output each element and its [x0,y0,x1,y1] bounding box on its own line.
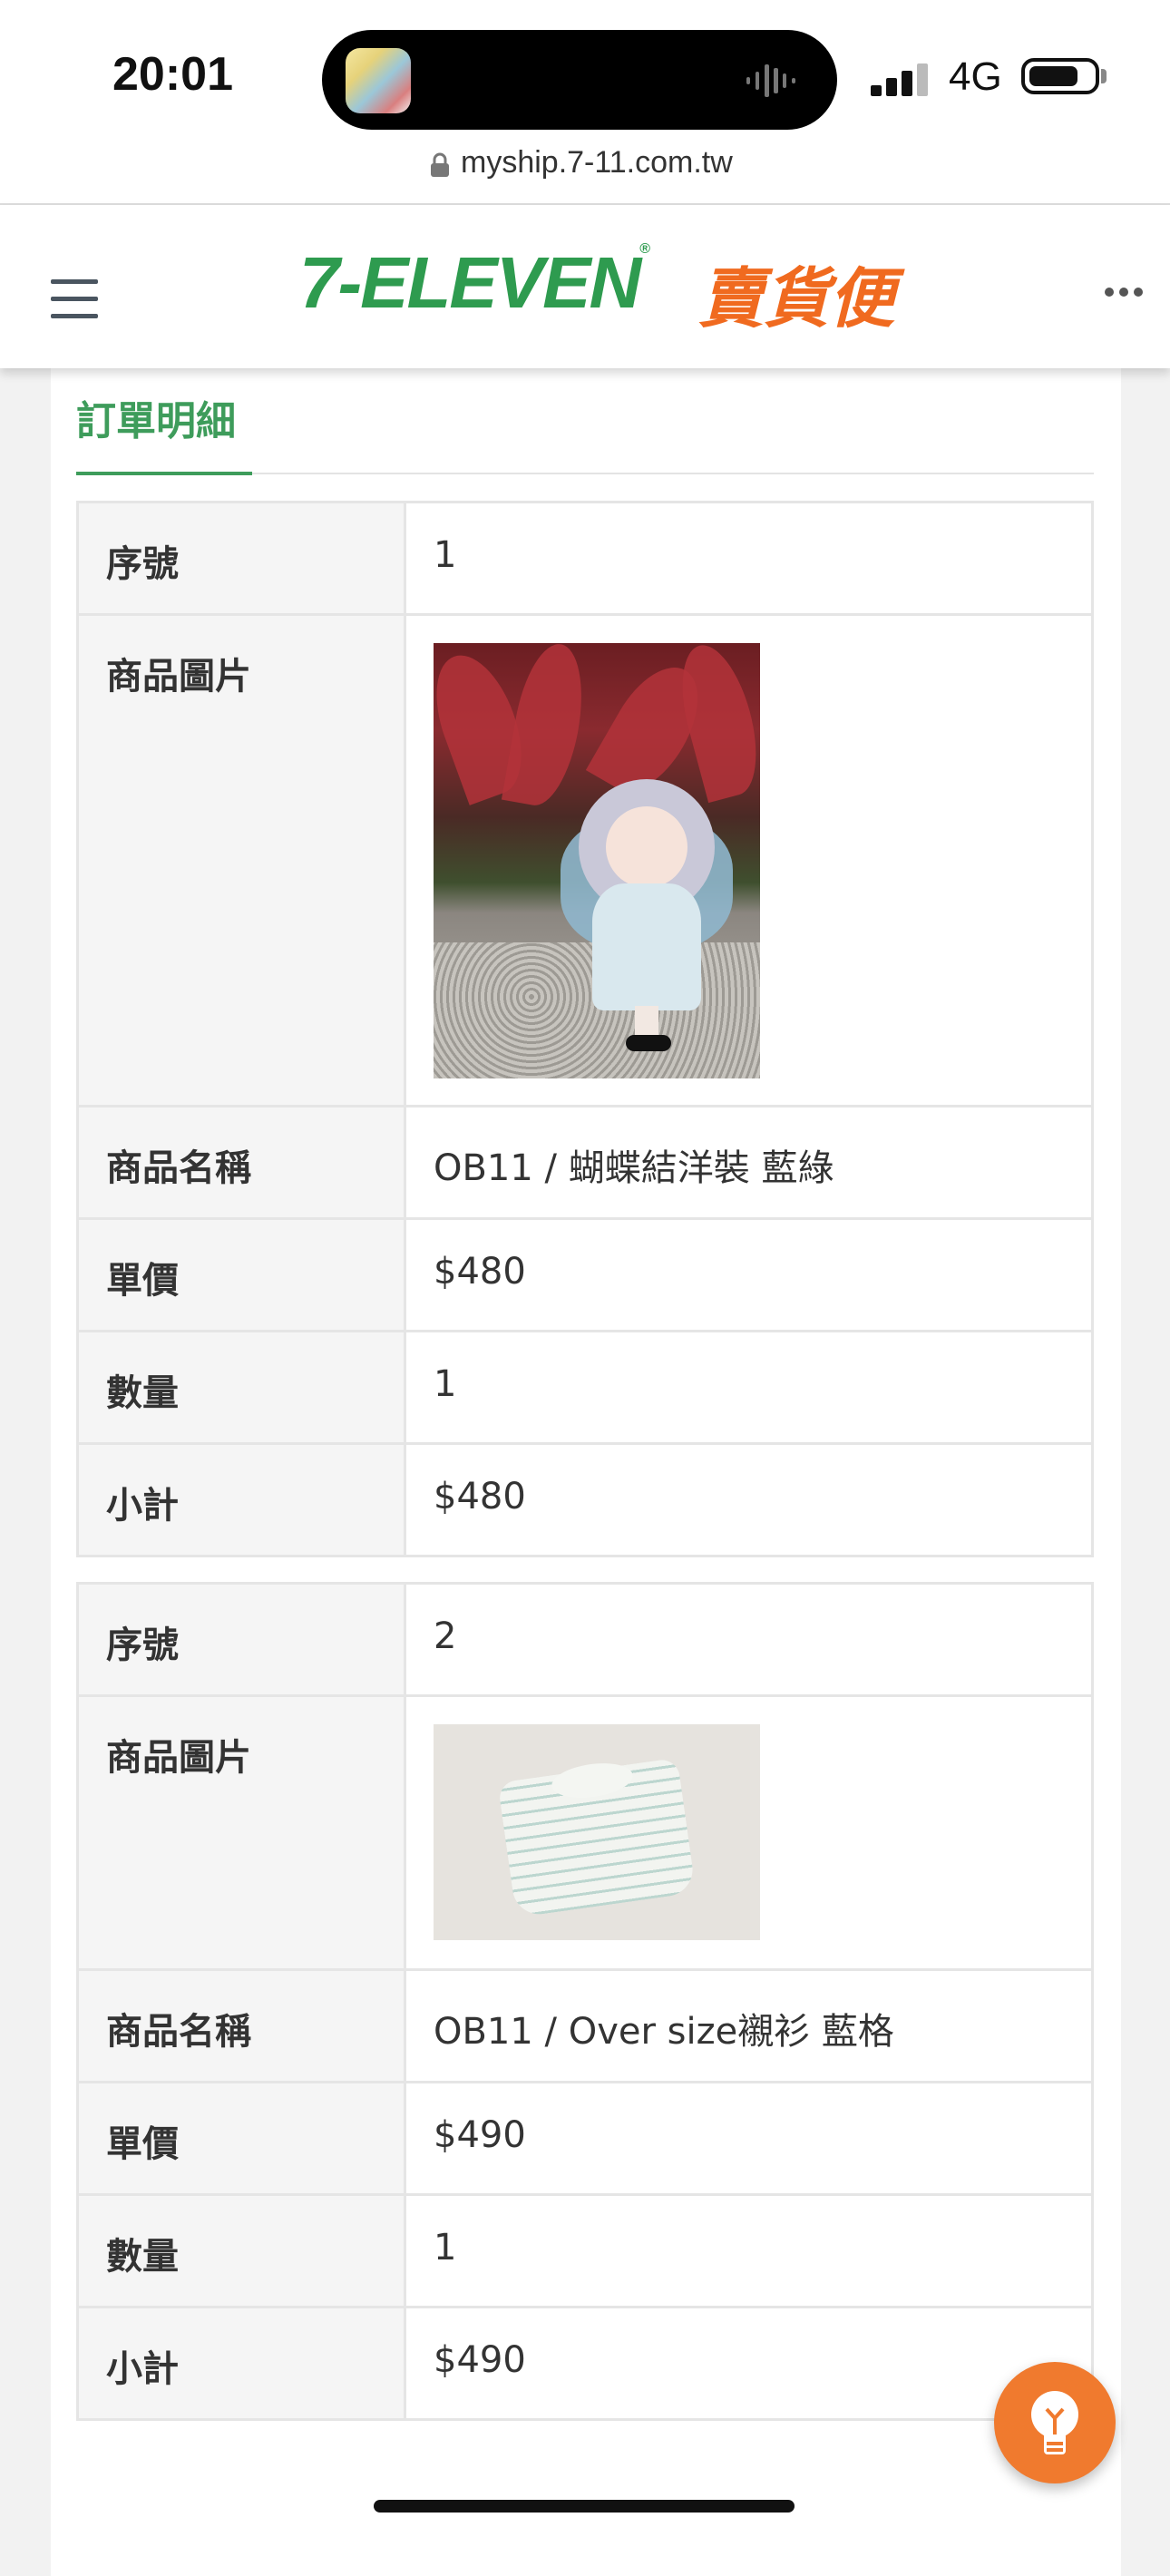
unit-price-value: $490 [404,2081,1094,2196]
image-label: 商品圖片 [76,1694,406,1971]
quantity-label: 數量 [76,1330,406,1445]
image-label: 商品圖片 [76,613,406,1107]
subtotal-value: $490 [404,2306,1094,2421]
table-row: 數量 1 [76,1330,1094,1445]
hamburger-icon[interactable] [51,279,98,319]
lightbulb-icon [1031,2391,1078,2454]
seq-value: 1 [404,501,1094,616]
quantity-label: 數量 [76,2193,406,2308]
unit-price-label: 單價 [76,1217,406,1332]
audio-wave-icon [746,64,795,97]
battery-icon [1021,58,1099,94]
home-indicator[interactable] [374,2500,795,2513]
more-icon[interactable] [1105,283,1148,300]
table-row: 小計 $490 [76,2306,1094,2421]
cellular-signal-icon [871,63,928,96]
table-row: 序號 2 [76,1582,1094,1697]
table-row: 商品名稱 OB11 / Over size襯衫 藍格 [76,1968,1094,2083]
status-time: 20:01 [112,48,233,101]
help-button[interactable] [994,2362,1116,2483]
name-value: OB11 / 蝴蝶結洋裝 藍綠 [404,1105,1094,1220]
subtotal-value: $480 [404,1442,1094,1557]
table-row: 商品圖片 [76,613,1094,1107]
table-row: 數量 1 [76,2193,1094,2308]
product-image-shirt[interactable] [434,1724,760,1940]
url-text[interactable]: myship.7-11.com.tw [461,145,733,181]
dynamic-island[interactable] [322,30,837,130]
image-cell [404,613,1094,1107]
table-row: 小計 $480 [76,1442,1094,1557]
table-row: 商品名稱 OB11 / 蝴蝶結洋裝 藍綠 [76,1105,1094,1220]
quantity-value: 1 [404,1330,1094,1445]
table-row: 序號 1 [76,501,1094,616]
unit-price-value: $480 [404,1217,1094,1332]
image-cell [404,1694,1094,1971]
active-tab-underline [76,472,252,475]
product-image-doll-dress[interactable] [434,643,760,1078]
subtotal-label: 小計 [76,1442,406,1557]
network-type: 4G [949,54,1002,99]
battery-level [1029,66,1077,86]
battery-tip [1101,69,1107,83]
seven-eleven-logo[interactable]: 7-ELEVEN® [299,241,650,325]
status-bar: 20:01 4G [0,0,1170,136]
table-row: 商品圖片 [76,1694,1094,1971]
name-label: 商品名稱 [76,1968,406,2083]
name-label: 商品名稱 [76,1105,406,1220]
seq-label: 序號 [76,1582,406,1697]
now-playing-app-icon[interactable] [346,48,411,113]
name-value: OB11 / Over size襯衫 藍格 [404,1968,1094,2083]
subtotal-label: 小計 [76,2306,406,2421]
seq-value: 2 [404,1582,1094,1697]
quantity-value: 1 [404,2193,1094,2308]
order-item-table: 序號 1 商品圖片 商品名稱 OB11 / 蝴蝶結洋裝 藍綠 單價 $480 數… [76,501,1094,1557]
site-header: 7-ELEVEN® 賣貨便 [0,205,1170,368]
table-row: 單價 $490 [76,2081,1094,2196]
unit-price-label: 單價 [76,2081,406,2196]
order-item-table: 序號 2 商品圖片 商品名稱 OB11 / Over size襯衫 藍格 單價 … [76,1582,1094,2421]
table-row: 單價 $480 [76,1217,1094,1332]
myship-logo[interactable]: 賣貨便 [698,245,894,340]
seq-label: 序號 [76,501,406,616]
section-title: 訂單明細 [76,398,236,444]
lock-icon [431,152,449,177]
